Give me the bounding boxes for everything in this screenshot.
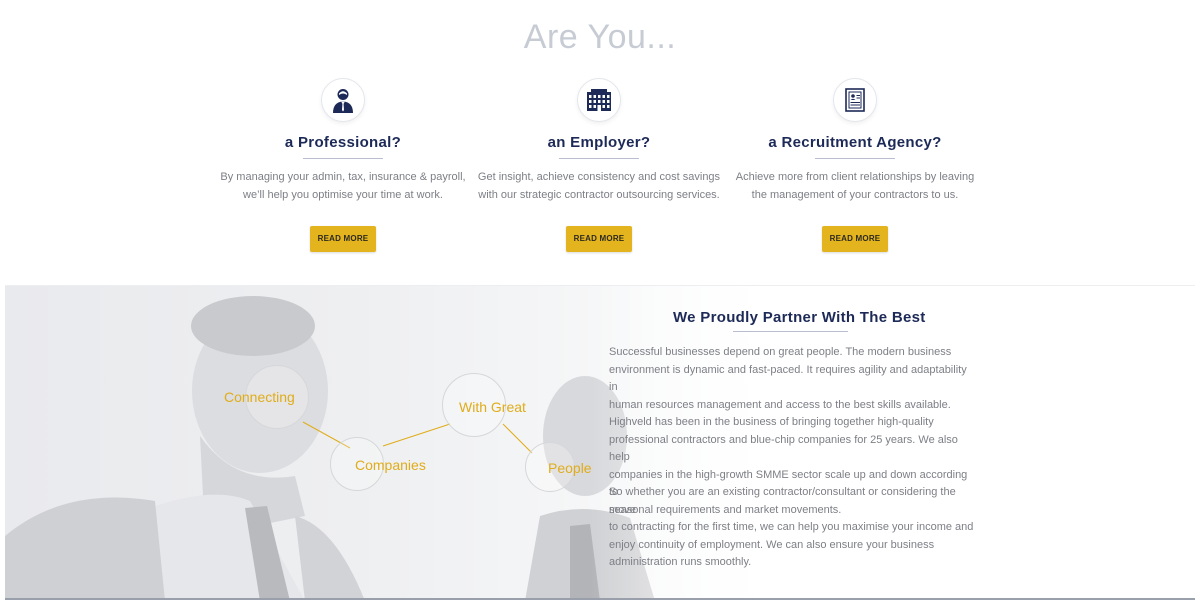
- paragraph-line: So whether you are an existing contracto…: [609, 486, 956, 516]
- partner-paragraph-2: So whether you are an existing contracto…: [609, 484, 977, 572]
- title-divider: [815, 158, 895, 159]
- paragraph-line: Successful businesses depend on great pe…: [609, 346, 952, 358]
- section-heading: Are You...: [523, 18, 677, 56]
- description-line: with our strategic contractor outsourcin…: [478, 188, 720, 201]
- description-line: Achieve more from client relationships b…: [735, 171, 975, 183]
- bubble-connecting: Connecting: [224, 389, 295, 405]
- card-description: Get insight, achieve consistency and cos…: [469, 169, 729, 204]
- card-title: an Employer?: [547, 134, 651, 151]
- bubble-with-great: With Great: [459, 399, 526, 415]
- read-more-button[interactable]: READ MORE: [310, 226, 376, 252]
- card-professional: a Professional? By managing your admin, …: [213, 78, 473, 252]
- description-line: By managing your admin, tax, insurance &…: [220, 171, 466, 183]
- title-divider: [303, 158, 383, 159]
- description-line: Get insight, achieve consistency and cos…: [477, 171, 721, 183]
- paragraph-line: professional contractors and blue-chip c…: [609, 433, 958, 464]
- document-icon: [833, 78, 877, 122]
- partner-section: Connecting Companies With Great People: [5, 285, 1195, 600]
- description-line: the management of your contractors to us…: [751, 188, 959, 201]
- card-description: By managing your admin, tax, insurance &…: [213, 169, 473, 204]
- partner-title: We Proudly Partner With The Best: [673, 309, 926, 326]
- paragraph-line: administration runs smoothly.: [609, 556, 752, 568]
- building-icon: [577, 78, 621, 122]
- paragraph-line: to contracting for the first time, we ca…: [609, 521, 974, 533]
- person-icon: [321, 78, 365, 122]
- card-description: Achieve more from client relationships b…: [725, 169, 985, 204]
- bubble-people: People: [548, 460, 592, 476]
- paragraph-line: environment is dynamic and fast-paced. I…: [609, 363, 967, 394]
- bubble-companies: Companies: [355, 457, 426, 473]
- title-divider: [559, 158, 639, 159]
- card-employer: an Employer? Get insight, achieve consis…: [469, 78, 729, 252]
- title-divider: [733, 331, 848, 332]
- paragraph-line: enjoy continuity of employment. We can a…: [609, 538, 935, 551]
- card-title: a Professional?: [284, 134, 402, 151]
- read-more-button[interactable]: READ MORE: [822, 226, 888, 252]
- description-line: we’ll help you optimise your time at wor…: [243, 188, 443, 201]
- read-more-button[interactable]: READ MORE: [566, 226, 632, 252]
- paragraph-line: human resources management and access to…: [609, 398, 951, 411]
- card-title: a Recruitment Agency?: [768, 134, 942, 151]
- card-recruitment-agency: a Recruitment Agency? Achieve more from …: [725, 78, 985, 252]
- paragraph-line: Highveld has been in the business of bri…: [609, 416, 934, 428]
